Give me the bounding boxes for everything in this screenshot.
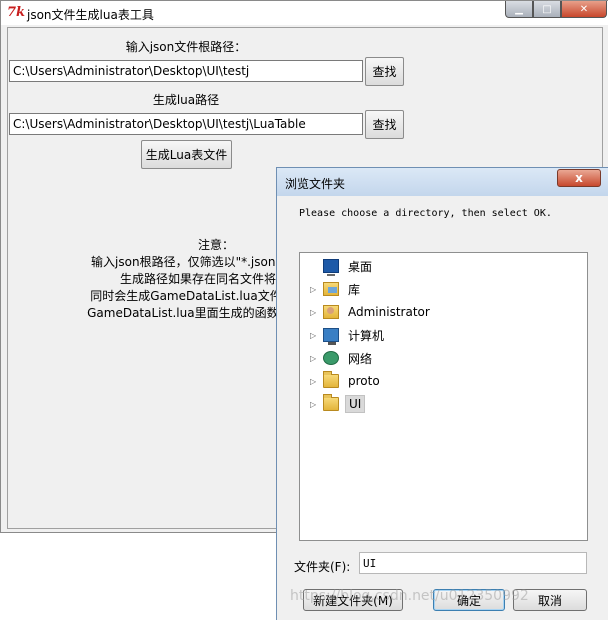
tree-item-label: 库 [348, 282, 361, 297]
tree-item-label: UI [345, 395, 366, 413]
generate-lua-button[interactable]: 生成Lua表文件 [141, 140, 232, 169]
tree-item-label: proto [348, 374, 380, 388]
json-root-input[interactable] [9, 60, 363, 82]
close-icon: ✕ [579, 3, 589, 15]
tree-item-label: Administrator [348, 305, 430, 319]
close-icon: x [575, 171, 583, 185]
maximize-button[interactable]: □ [533, 1, 561, 18]
network-icon [323, 351, 339, 365]
tree-item-ui[interactable]: ▷ UI [310, 394, 366, 414]
folder-icon [323, 371, 339, 388]
window-title: json文件生成lua表工具 [27, 8, 154, 22]
desktop-icon [323, 259, 339, 276]
title-bar: 7k json文件生成lua表工具 ▁ □ ✕ [1, 1, 608, 25]
tree-item-label: 桌面 [348, 259, 373, 274]
dialog-title: 浏览文件夹 [285, 177, 346, 191]
json-root-label: 输入json文件根路径： [125, 40, 247, 54]
expand-arrow-icon[interactable]: ▷ [310, 377, 320, 386]
watermark-text: https://blog.csdn.net/u012350992 [290, 588, 529, 604]
tree-item-proto[interactable]: ▷ proto [310, 371, 383, 391]
minimize-button[interactable]: ▁ [505, 1, 533, 18]
folder-field-label: 文件夹(F): [294, 560, 351, 574]
dialog-instruction: Please choose a directory, then select O… [299, 208, 552, 219]
browse-folder-dialog: 浏览文件夹 x Please choose a directory, then … [276, 167, 608, 620]
app-icon: 7k [7, 5, 26, 20]
tree-item-label: 网络 [348, 351, 373, 366]
tree-item-library[interactable]: ▷ 库 [310, 279, 363, 299]
lua-path-label: 生成lua路径 [152, 93, 220, 107]
computer-icon [323, 328, 339, 345]
window-controls: ▁ □ ✕ [505, 1, 607, 19]
expand-arrow-icon[interactable]: ▷ [310, 354, 320, 363]
folder-icon [323, 394, 339, 411]
tree-item-computer[interactable]: ▷ 计算机 [310, 325, 387, 345]
tree-item-network[interactable]: ▷ 网络 [310, 348, 375, 368]
find-json-root-button[interactable]: 查找 [365, 57, 404, 86]
maximize-icon: □ [542, 3, 552, 15]
tree-item-label: 计算机 [348, 328, 385, 343]
folder-tree[interactable]: 桌面 ▷ 库 ▷ Administrator ▷ 计算机 ▷ 网络 ▷ prot… [299, 252, 588, 541]
folder-name-input[interactable] [359, 552, 587, 574]
minimize-icon: ▁ [515, 3, 523, 15]
expand-arrow-icon[interactable]: ▷ [310, 331, 320, 340]
close-button[interactable]: ✕ [561, 1, 607, 18]
expand-arrow-icon[interactable]: ▷ [310, 285, 320, 294]
tree-item-administrator[interactable]: ▷ Administrator [310, 302, 433, 322]
dialog-close-button[interactable]: x [557, 169, 601, 187]
expand-arrow-icon[interactable]: ▷ [310, 308, 320, 317]
tree-item-desktop[interactable]: 桌面 [310, 256, 375, 276]
library-icon [323, 282, 339, 296]
lua-path-input[interactable] [9, 113, 363, 135]
expand-arrow-icon[interactable]: ▷ [310, 400, 320, 409]
find-lua-path-button[interactable]: 查找 [365, 110, 404, 139]
user-folder-icon [323, 305, 339, 319]
